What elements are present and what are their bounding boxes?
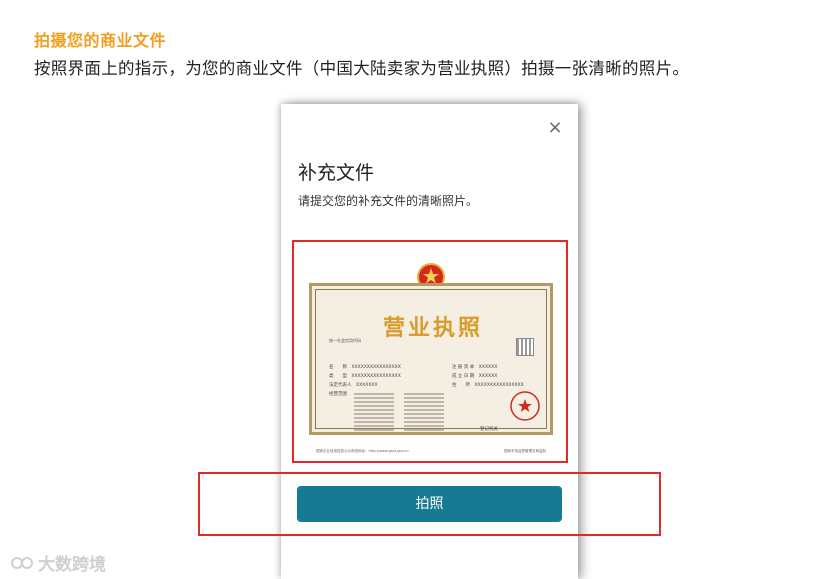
watermark-text: 大数跨境: [38, 555, 106, 575]
modal-title: 补充文件: [298, 162, 375, 184]
page-heading: 拍摄您的商业文件: [34, 31, 167, 50]
close-icon[interactable]: ×: [545, 118, 565, 138]
page-instructions: 按照界面上的指示，为您的商业文件（中国大陆卖家为营业执照）拍摄一张清晰的照片。: [34, 59, 690, 78]
watermark-logo-icon: [11, 556, 33, 569]
document-highlight-box: [292, 240, 568, 463]
modal-description: 请提交您的补充文件的清晰照片。: [298, 194, 479, 208]
button-highlight-box: [198, 472, 661, 536]
watermark: 大数跨境: [10, 550, 106, 575]
